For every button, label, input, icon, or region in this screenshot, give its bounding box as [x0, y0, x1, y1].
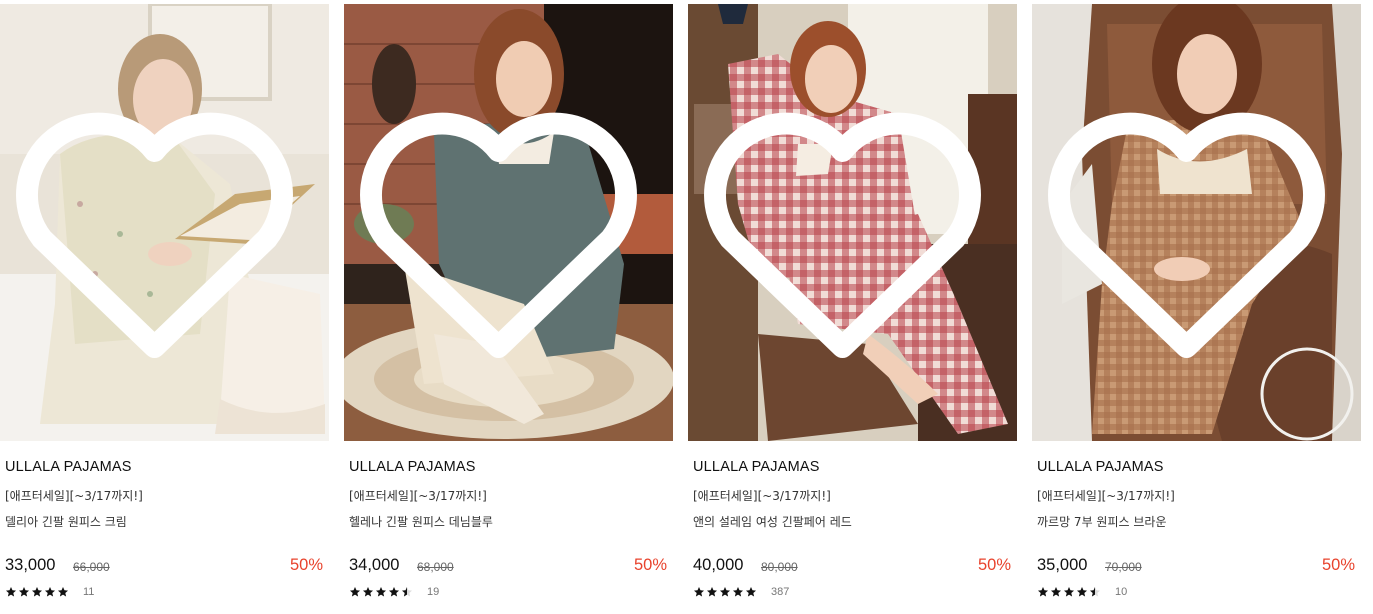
discount-rate: 50% — [1321, 556, 1355, 574]
brand-name[interactable]: ULLALA PAJAMAS — [693, 459, 820, 475]
original-price: 68,000 — [417, 560, 454, 574]
original-price: 70,000 — [1105, 560, 1142, 574]
product-name[interactable]: 까르망 7부 원피스 브라운 — [1037, 513, 1166, 530]
review-count: 19 — [427, 586, 440, 598]
discount-rate: 50% — [633, 556, 667, 574]
star-icon — [1064, 587, 1074, 597]
product-card[interactable]: ULLALA PAJAMAS [애프터세일][~3/17까지!] 델리아 긴팔 … — [0, 0, 329, 614]
star-icon — [694, 587, 704, 597]
star-icon — [402, 587, 412, 597]
brand-name[interactable]: ULLALA PAJAMAS — [349, 459, 476, 475]
review-count: 387 — [771, 586, 790, 598]
star-icon — [707, 587, 717, 597]
star-icon — [1051, 587, 1061, 597]
product-card[interactable]: ULLALA PAJAMAS [애프터세일][~3/17까지!] 헬레나 긴팔 … — [344, 0, 673, 614]
product-grid: ULLALA PAJAMAS [애프터세일][~3/17까지!] 델리아 긴팔 … — [0, 0, 1373, 614]
original-price: 80,000 — [761, 560, 798, 574]
rating-stars — [5, 585, 70, 599]
promo-tag: [애프터세일][~3/17까지!] — [1037, 489, 1175, 503]
heart-outline-icon[interactable] — [1032, 12, 1351, 441]
heart-outline-icon[interactable] — [344, 12, 663, 441]
star-icon — [389, 587, 399, 597]
sale-price: 40,000 — [693, 556, 744, 574]
original-price: 66,000 — [73, 560, 110, 574]
sale-price: 34,000 — [349, 556, 400, 574]
heart-outline-icon[interactable] — [0, 12, 319, 441]
star-icon — [1077, 587, 1087, 597]
rating-stars — [349, 585, 414, 599]
star-icon — [746, 587, 756, 597]
star-icon — [1038, 587, 1048, 597]
product-card[interactable]: ULLALA PAJAMAS [애프터세일][~3/17까지!] 앤의 설레임 … — [688, 0, 1017, 614]
star-icon — [19, 587, 29, 597]
product-name[interactable]: 델리아 긴팔 원피스 크림 — [5, 513, 127, 530]
star-icon — [733, 587, 743, 597]
star-icon — [45, 587, 55, 597]
product-card[interactable]: ULLALA PAJAMAS [애프터세일][~3/17까지!] 까르망 7부 … — [1032, 0, 1361, 614]
star-icon — [350, 587, 360, 597]
promo-tag: [애프터세일][~3/17까지!] — [349, 489, 487, 503]
brand-name[interactable]: ULLALA PAJAMAS — [1037, 459, 1164, 475]
discount-rate: 50% — [289, 556, 323, 574]
product-photo[interactable] — [1032, 4, 1361, 441]
brand-name[interactable]: ULLALA PAJAMAS — [5, 459, 132, 475]
star-icon — [1090, 587, 1100, 597]
promo-tag: [애프터세일][~3/17까지!] — [693, 489, 831, 503]
star-icon — [58, 587, 68, 597]
sale-price: 33,000 — [5, 556, 56, 574]
star-icon — [376, 587, 386, 597]
star-icon — [363, 587, 373, 597]
discount-rate: 50% — [977, 556, 1011, 574]
review-count: 11 — [83, 586, 95, 598]
heart-outline-icon[interactable] — [688, 12, 1007, 441]
product-photo[interactable] — [688, 4, 1017, 441]
star-icon — [32, 587, 42, 597]
promo-tag: [애프터세일][~3/17까지!] — [5, 489, 143, 503]
product-name[interactable]: 헬레나 긴팔 원피스 데님블루 — [349, 513, 493, 530]
star-icon — [6, 587, 16, 597]
rating-stars — [693, 585, 758, 599]
product-name[interactable]: 앤의 설레임 여성 긴팔페어 레드 — [693, 513, 852, 530]
product-photo[interactable] — [344, 4, 673, 441]
review-count: 10 — [1115, 586, 1128, 598]
star-icon — [720, 587, 730, 597]
sale-price: 35,000 — [1037, 556, 1088, 574]
rating-stars — [1037, 585, 1102, 599]
product-photo[interactable] — [0, 4, 329, 441]
